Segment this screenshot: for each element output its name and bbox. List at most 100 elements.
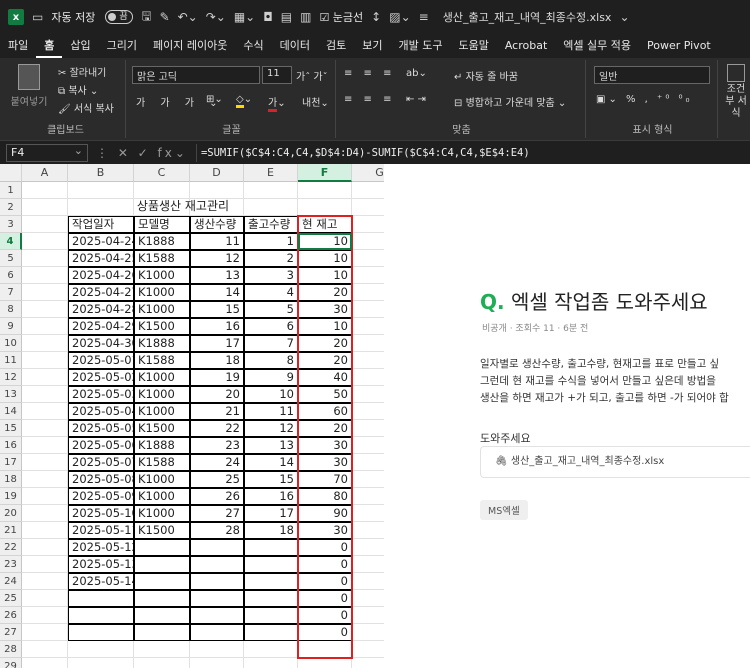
table-cell[interactable]: 19 [190, 369, 244, 386]
column-header-C[interactable]: C [134, 164, 190, 182]
table-cell[interactable]: 20 [190, 386, 244, 403]
number-format-icons[interactable]: ▣⌄ % , ⁺⁰ ⁰₀ [596, 94, 693, 105]
table-header[interactable]: 생산수량 [190, 216, 244, 233]
tab-7[interactable]: 검토 [318, 34, 354, 58]
table-cell[interactable]: K1888 [134, 335, 190, 352]
table-cell[interactable]: 2025-05-05 [68, 420, 134, 437]
table-cell[interactable]: 27 [190, 505, 244, 522]
table-cell[interactable]: 18 [190, 352, 244, 369]
table-cell[interactable]: 2 [244, 250, 298, 267]
table-cell[interactable]: K1000 [134, 505, 190, 522]
table-cell[interactable]: 25 [190, 471, 244, 488]
row-header-19[interactable]: 19 [0, 488, 22, 505]
table-cell[interactable]: K1888 [134, 233, 190, 250]
table-cell[interactable]: 2025-05-10 [68, 505, 134, 522]
folder-icon[interactable]: ▭ [32, 10, 43, 24]
table-cell[interactable]: 11 [244, 403, 298, 420]
table-cell[interactable] [244, 539, 298, 556]
indent-icons[interactable]: ⇤ ⇥ [406, 94, 426, 105]
table-cell[interactable] [134, 556, 190, 573]
table-cell[interactable]: K1888 [134, 437, 190, 454]
table-cell[interactable] [190, 556, 244, 573]
table-cell[interactable]: 13 [190, 267, 244, 284]
table-cell[interactable]: K1000 [134, 386, 190, 403]
table-cell[interactable]: 2025-05-06 [68, 437, 134, 454]
table-cell[interactable]: 6 [244, 318, 298, 335]
border-icon[interactable]: ⊞⌄ [206, 94, 223, 105]
table-cell[interactable]: 2025-04-24 [68, 233, 134, 250]
table-cell[interactable]: 17 [190, 335, 244, 352]
tab-9[interactable]: 개발 도구 [390, 34, 450, 58]
attachment-link[interactable]: 🖇 생산_출고_재고_내역_최종수정.xlsx [480, 446, 750, 478]
font-color-icon[interactable]: 가⌄ [268, 94, 286, 112]
table-cell[interactable]: 2025-04-27 [68, 284, 134, 301]
row-header-9[interactable]: 9 [0, 318, 22, 335]
row-header-16[interactable]: 16 [0, 437, 22, 454]
table-cell[interactable]: 13 [244, 437, 298, 454]
formula-input[interactable]: =SUMIF($C$4:C4,C4,$D$4:D4)-SUMIF($C$4:C4… [195, 143, 750, 162]
column-header-E[interactable]: E [244, 164, 298, 182]
table-cell[interactable]: 8 [244, 352, 298, 369]
paste-button[interactable]: 붙여넣기 [8, 64, 50, 108]
table-cell[interactable] [244, 607, 298, 624]
table-cell[interactable]: 2025-04-26 [68, 267, 134, 284]
table-cell[interactable] [190, 607, 244, 624]
fill-color-icon[interactable]: ◇⌄ [236, 94, 252, 108]
table-cell[interactable]: K1588 [134, 352, 190, 369]
table-cell[interactable]: 2025-05-07 [68, 454, 134, 471]
table-cell[interactable]: 11 [190, 233, 244, 250]
table-cell[interactable]: 17 [244, 505, 298, 522]
table-cell[interactable]: 2025-05-11 [68, 522, 134, 539]
table-cell[interactable]: 1 [244, 233, 298, 250]
table-cell[interactable]: 9 [244, 369, 298, 386]
table-cell[interactable]: 2025-05-09 [68, 488, 134, 505]
table-cell[interactable] [68, 590, 134, 607]
table-cell[interactable] [68, 624, 134, 641]
edit-icon[interactable]: ✎ [160, 10, 170, 24]
tag-badge[interactable]: MS엑셀 [480, 500, 528, 520]
table-cell[interactable]: 2025-05-01 [68, 352, 134, 369]
table-cell[interactable] [190, 573, 244, 590]
camera-icon[interactable]: ◘ [263, 10, 273, 24]
gridlines-checkbox[interactable]: ☑ 눈금선 [319, 9, 363, 25]
select-all-corner[interactable] [0, 164, 22, 182]
phonetic-icon[interactable]: 내천⌄ [302, 94, 329, 109]
table-cell[interactable]: 21 [190, 403, 244, 420]
tab-1[interactable]: 홈 [36, 34, 63, 58]
table-cell[interactable]: 2025-05-12 [68, 539, 134, 556]
row-header-29[interactable]: 29 [0, 658, 22, 668]
chart-icon[interactable]: ▨⌄ [389, 10, 410, 24]
table-cell[interactable]: K1500 [134, 318, 190, 335]
autosave-toggle[interactable]: 끔 [105, 10, 134, 24]
copy-button[interactable]: ⧉ 복사 ⌄ [58, 82, 98, 97]
customize-icon[interactable]: ≡ [419, 10, 429, 24]
row-header-10[interactable]: 10 [0, 335, 22, 352]
row-header-1[interactable]: 1 [0, 182, 22, 199]
table-cell[interactable]: 14 [190, 284, 244, 301]
column-header-D[interactable]: D [190, 164, 244, 182]
row-header-27[interactable]: 27 [0, 624, 22, 641]
chevron-down-icon[interactable]: ⌄ [619, 10, 629, 24]
table-cell[interactable]: 2025-05-03 [68, 386, 134, 403]
table-cell[interactable]: K1500 [134, 420, 190, 437]
table-cell[interactable]: 2025-05-08 [68, 471, 134, 488]
tab-5[interactable]: 수식 [235, 34, 271, 58]
row-header-6[interactable]: 6 [0, 267, 22, 284]
table-cell[interactable] [134, 624, 190, 641]
row-header-2[interactable]: 2 [0, 199, 22, 216]
table-cell[interactable]: K1000 [134, 267, 190, 284]
tab-0[interactable]: 파일 [0, 34, 36, 58]
table-cell[interactable]: 16 [244, 488, 298, 505]
table-cell[interactable] [68, 607, 134, 624]
row-header-22[interactable]: 22 [0, 539, 22, 556]
table-cell[interactable]: 12 [190, 250, 244, 267]
font-name-select[interactable]: 맑은 고딕 [132, 66, 260, 84]
row-header-18[interactable]: 18 [0, 471, 22, 488]
row-header-23[interactable]: 23 [0, 556, 22, 573]
table-cell[interactable] [244, 573, 298, 590]
vertical-align-icons[interactable]: ≡ ≡ ≡ [344, 68, 396, 79]
row-header-4[interactable]: 4 [0, 233, 22, 250]
table-cell[interactable] [190, 624, 244, 641]
tab-13[interactable]: Power Pivot [639, 34, 719, 58]
table-header[interactable]: 모델명 [134, 216, 190, 233]
